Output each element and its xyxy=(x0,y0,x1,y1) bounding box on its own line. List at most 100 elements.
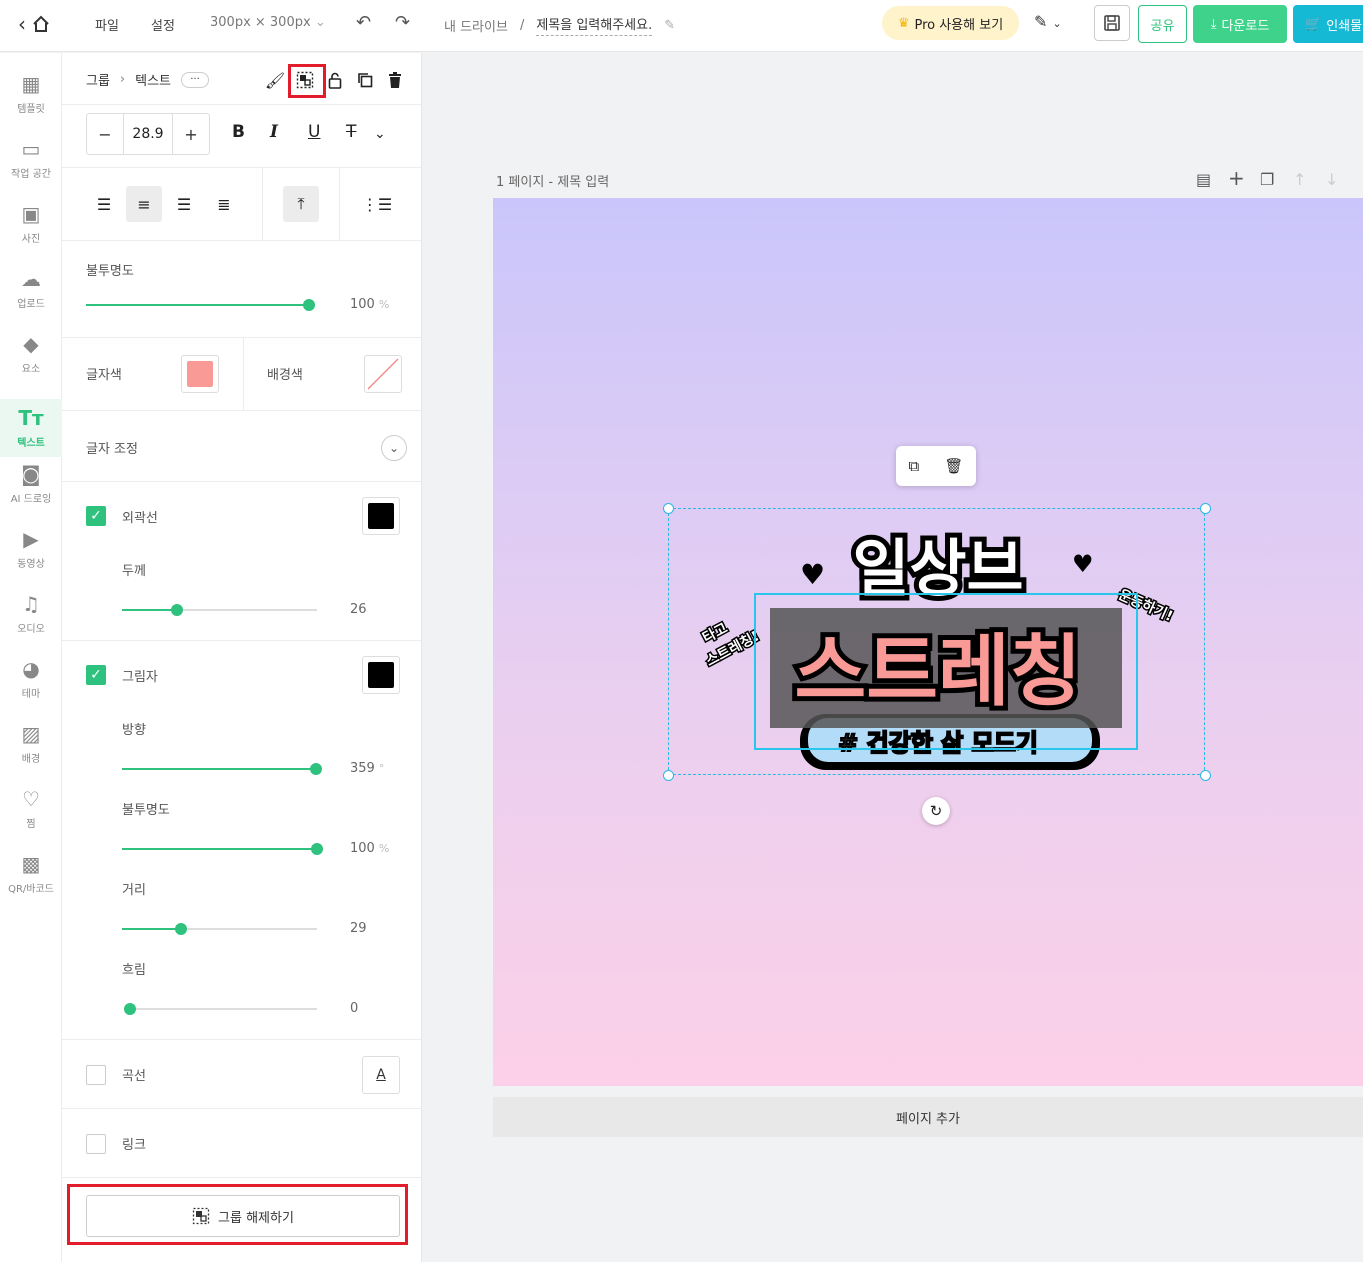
shadow-opacity-value: 100% xyxy=(350,841,390,856)
font-size-increase-button[interactable]: + xyxy=(173,114,209,154)
link-checkbox[interactable] xyxy=(86,1134,106,1154)
crumb-text[interactable]: 텍스트 xyxy=(135,70,171,89)
document-title-input[interactable]: 제목을 입력해주세요. xyxy=(536,14,653,36)
move-page-up-icon[interactable]: ↑ xyxy=(1293,170,1306,189)
menu-settings[interactable]: 설정 xyxy=(151,15,175,34)
rotate-icon[interactable]: ↻ xyxy=(922,797,950,825)
pencil-icon[interactable]: ✎ xyxy=(664,18,675,33)
distance-slider[interactable] xyxy=(122,923,317,935)
paint-format-icon[interactable]: 🖌 xyxy=(264,69,286,91)
rail-photo[interactable]: ▣ 사진 xyxy=(0,193,62,255)
text-adjust-section[interactable]: 글자 조정 ⌄ xyxy=(62,411,422,482)
align-right-icon[interactable]: ☰ xyxy=(166,186,202,222)
more-options-button[interactable]: ··· xyxy=(181,71,210,88)
curve-text-icon[interactable]: A xyxy=(362,1056,400,1094)
font-size-input[interactable]: 28.9 xyxy=(123,114,173,154)
align-left-icon[interactable]: ☰ xyxy=(86,186,122,222)
list-icon[interactable]: ⋮☰ xyxy=(359,186,395,222)
direction-slider[interactable] xyxy=(122,763,323,775)
text-color-swatch[interactable] xyxy=(181,355,219,393)
align-center-icon[interactable]: ≡ xyxy=(126,186,162,222)
font-size-decrease-button[interactable]: − xyxy=(87,114,123,154)
elements-icon: ◆ xyxy=(23,332,39,356)
rail-ai-drawing[interactable]: ◙ AI 드로잉 xyxy=(0,453,62,515)
opacity-value: 100% xyxy=(350,297,390,312)
opacity-slider[interactable] xyxy=(86,299,315,311)
outline-color-swatch[interactable] xyxy=(362,497,400,535)
draw-tool-dropdown[interactable]: ✎ ⌄ xyxy=(1034,12,1062,31)
crumb-group[interactable]: 그룹 xyxy=(86,70,110,89)
rail-video[interactable]: ▶ 동영상 xyxy=(0,518,62,580)
photo-icon: ▣ xyxy=(21,202,41,226)
thickness-slider[interactable] xyxy=(122,604,317,616)
text-properties-panel: 그룹 › 텍스트 ··· 🖌 − 28.9 + B I U T ⌄ ☰ ≡ ☰ … xyxy=(62,53,422,1262)
thickness-slider-knob[interactable] xyxy=(170,604,183,616)
blur-slider-knob[interactable] xyxy=(124,1003,136,1015)
duplicate-icon[interactable] xyxy=(354,69,376,91)
rail-templates[interactable]: ▦ 템플릿 xyxy=(0,63,62,125)
add-page-button[interactable]: 페이지 추가 xyxy=(493,1097,1363,1137)
rail-text[interactable]: Tт 텍스트 xyxy=(0,399,62,457)
alignment-row: ☰ ≡ ☰ ≣ ⤒ ⋮☰ xyxy=(62,168,422,241)
chevron-down-icon: ⌄ xyxy=(1052,17,1062,30)
cart-icon: 🛒 xyxy=(1305,16,1322,32)
vertical-align-top-icon[interactable]: ⤒ xyxy=(283,186,319,222)
rail-workspace[interactable]: ▭ 작업 공간 xyxy=(0,128,62,190)
rail-audio[interactable]: ♫ 오디오 xyxy=(0,583,62,645)
rail-qr-barcode[interactable]: ▩ QR/바코드 xyxy=(0,843,62,905)
divider xyxy=(262,168,263,241)
curve-checkbox[interactable] xyxy=(86,1065,106,1085)
italic-button[interactable]: I xyxy=(270,122,278,142)
chevron-down-icon[interactable]: ⌄ xyxy=(374,126,386,142)
align-justify-icon[interactable]: ≣ xyxy=(206,186,242,222)
trash-icon[interactable] xyxy=(384,69,406,91)
page-memo-icon[interactable]: ▤ xyxy=(1196,170,1211,189)
share-button[interactable]: 공유 xyxy=(1138,5,1187,43)
redo-icon[interactable]: ↷ xyxy=(395,12,410,33)
bold-button[interactable]: B xyxy=(232,122,245,142)
add-page-icon[interactable]: + xyxy=(1228,166,1245,190)
shadow-opacity-slider-knob[interactable] xyxy=(311,843,323,855)
distance-slider-knob[interactable] xyxy=(174,923,187,935)
resize-handle-bottom-left[interactable] xyxy=(663,770,674,781)
background-color-swatch[interactable] xyxy=(364,355,402,393)
outline-checkbox[interactable]: ✓ xyxy=(86,506,106,526)
lock-icon[interactable] xyxy=(324,69,346,91)
rail-background[interactable]: ▨ 배경 xyxy=(0,713,62,775)
upload-icon: ☁ xyxy=(21,267,41,291)
shadow-opacity-slider[interactable] xyxy=(122,843,323,855)
rail-upload[interactable]: ☁ 업로드 xyxy=(0,258,62,320)
text-element-selection-box[interactable] xyxy=(754,593,1138,750)
divider xyxy=(243,338,244,411)
page-label[interactable]: 1 페이지 - 제목 입력 xyxy=(496,171,609,190)
underline-button[interactable]: U xyxy=(308,122,320,142)
move-page-down-icon[interactable]: ↓ xyxy=(1325,170,1338,189)
rail-elements[interactable]: ◆ 요소 xyxy=(0,323,62,385)
resize-handle-top-right[interactable] xyxy=(1200,503,1211,514)
ungroup-icon[interactable]: ⧉ xyxy=(909,457,920,475)
strikethrough-button[interactable]: T xyxy=(346,122,356,142)
blur-slider[interactable] xyxy=(124,1003,317,1015)
save-button[interactable] xyxy=(1094,5,1130,41)
rail-theme[interactable]: ◕ 테마 xyxy=(0,648,62,710)
shadow-color-swatch[interactable] xyxy=(362,656,400,694)
opacity-section: 불투명도 100% xyxy=(62,241,422,338)
breadcrumb-drive[interactable]: 내 드라이브 xyxy=(444,16,508,35)
undo-icon[interactable]: ↶ xyxy=(356,12,371,33)
resize-handle-bottom-right[interactable] xyxy=(1200,770,1211,781)
trash-icon[interactable]: 🗑 xyxy=(944,457,963,475)
resize-handle-top-left[interactable] xyxy=(663,503,674,514)
canvas-size-dropdown[interactable]: 300px × 300px ⌄ xyxy=(210,15,326,30)
rail-favorites[interactable]: ♡ 찜 xyxy=(0,778,62,840)
print-order-button[interactable]: 🛒 인쇄물 xyxy=(1293,5,1363,43)
menu-file[interactable]: 파일 xyxy=(95,15,119,34)
pro-trial-button[interactable]: ♛ Pro 사용해 보기 xyxy=(882,6,1019,40)
home-button[interactable]: ‹ xyxy=(18,12,50,36)
download-button[interactable]: ⤓ 다운로드 xyxy=(1193,5,1287,43)
chevron-down-icon[interactable]: ⌄ xyxy=(381,435,407,461)
duplicate-page-icon[interactable]: ❐ xyxy=(1260,170,1274,189)
opacity-slider-knob[interactable] xyxy=(303,299,315,311)
shadow-label: 그림자 xyxy=(122,670,158,685)
direction-slider-knob[interactable] xyxy=(310,763,323,775)
shadow-checkbox[interactable]: ✓ xyxy=(86,665,106,685)
